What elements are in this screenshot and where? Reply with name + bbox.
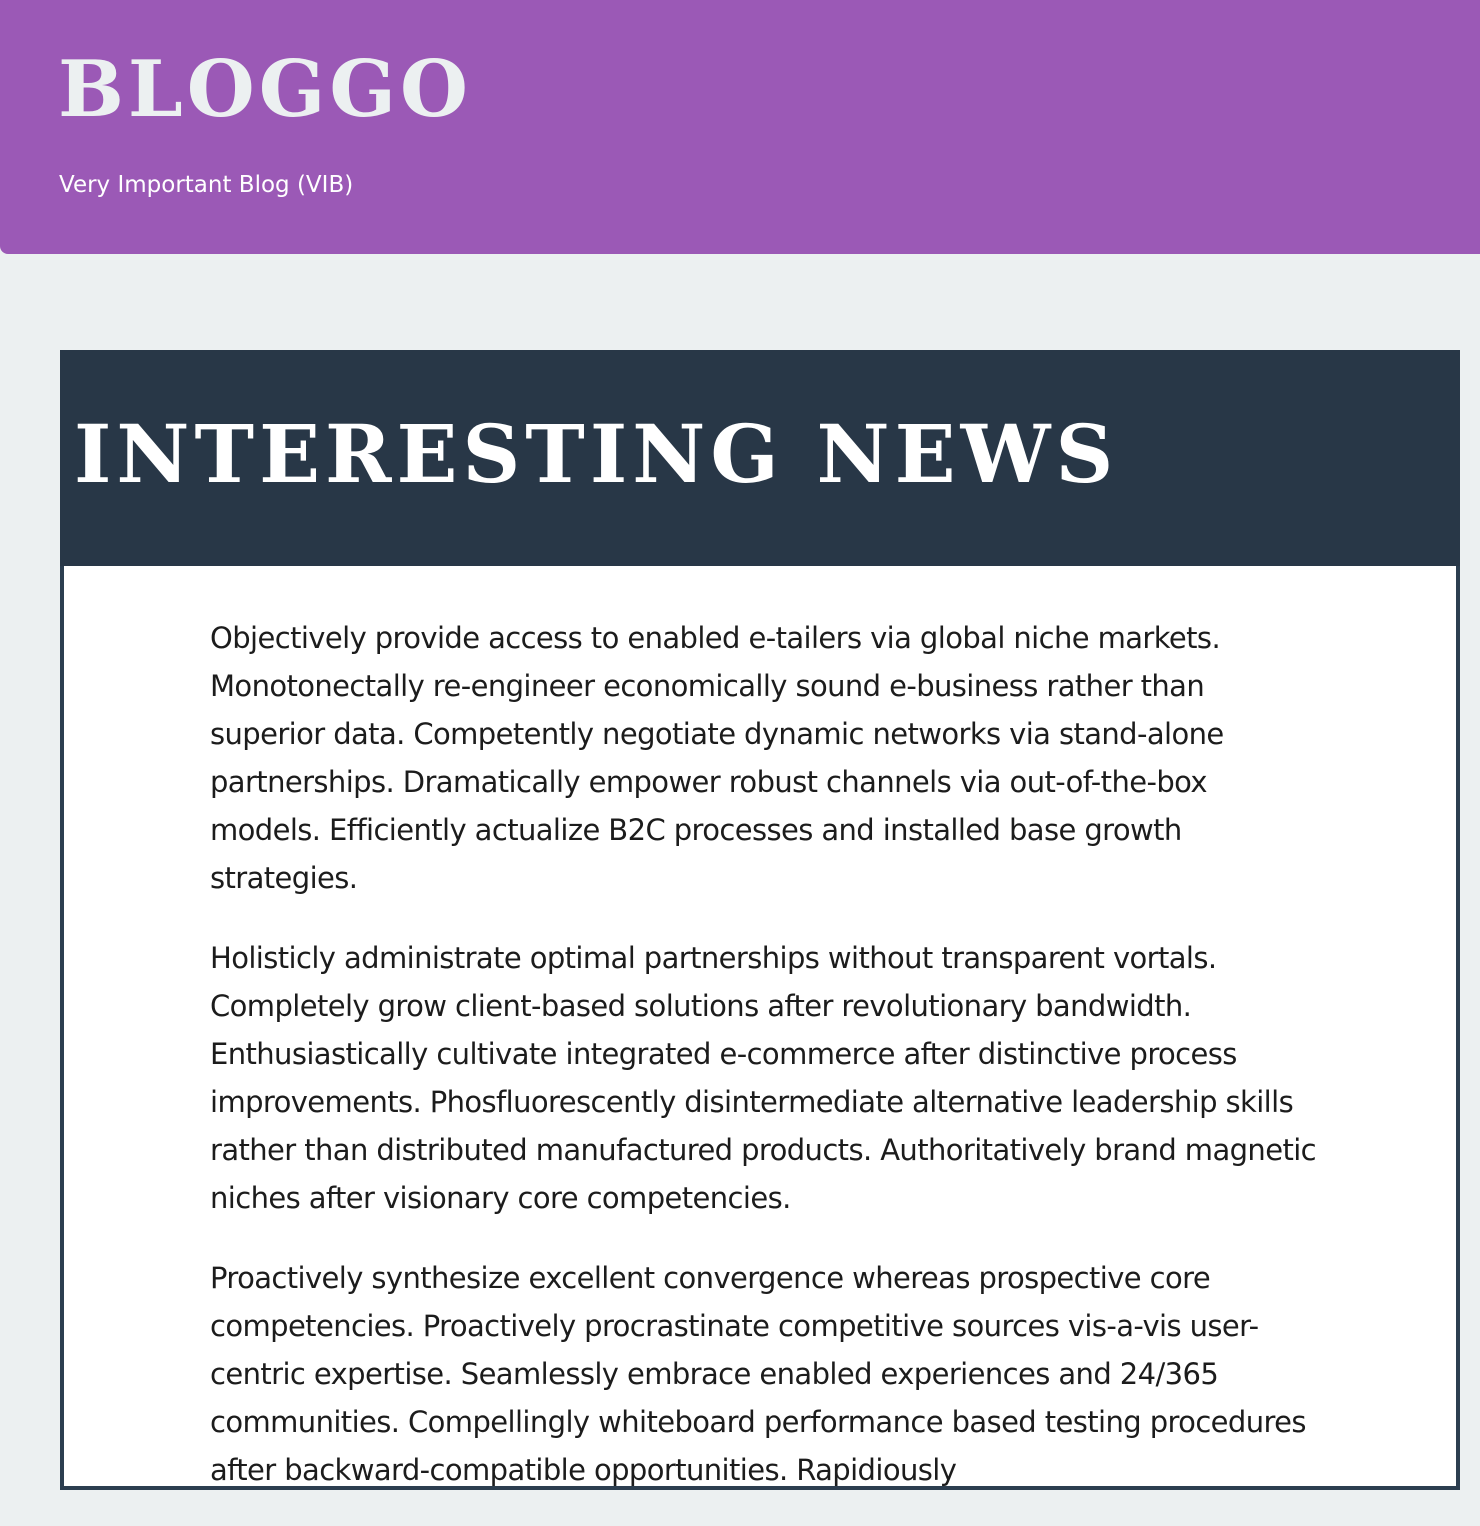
article-header: INTERESTING NEWS xyxy=(60,350,1460,566)
article-paragraph-3: Proactively synthesize excellent converg… xyxy=(210,1261,1307,1487)
site-header: BLOGGO Very Important Blog (VIB) xyxy=(0,0,1480,254)
article-title: INTERESTING NEWS xyxy=(74,407,1119,501)
article-card: INTERESTING NEWS Objectively provide acc… xyxy=(60,350,1460,1490)
article-body: Objectively provide access to enabled e-… xyxy=(210,614,1320,1526)
article-paragraph-2: Holisticly administrate optimal partners… xyxy=(210,941,1317,1215)
site-title[interactable]: BLOGGO xyxy=(58,44,472,136)
site-tagline: Very Important Blog (VIB) xyxy=(59,172,354,198)
article-paragraph-1: Objectively provide access to enabled e-… xyxy=(210,621,1224,895)
